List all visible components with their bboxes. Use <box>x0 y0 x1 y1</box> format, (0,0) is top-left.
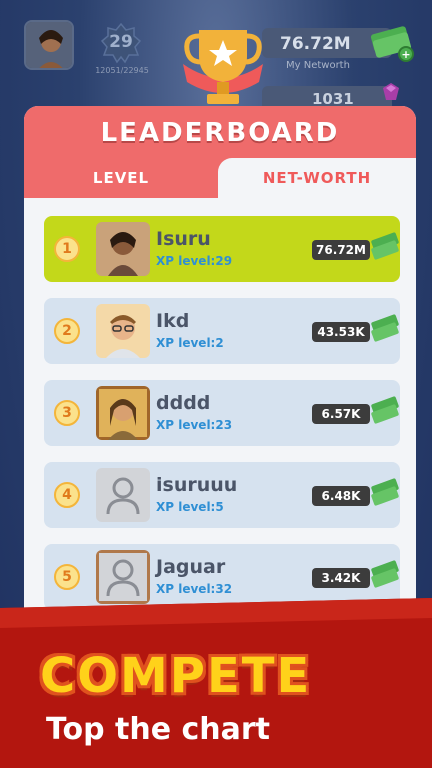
player-xp-level: XP level:23 <box>156 418 233 432</box>
networth-pill: 43.53K <box>312 322 370 342</box>
cash-stack-icon <box>371 478 399 506</box>
player-name: Ikd <box>156 310 190 332</box>
networth-pill: 6.57K <box>312 404 370 424</box>
default-avatar-icon <box>96 550 150 604</box>
networth-pill: 76.72M <box>312 240 370 260</box>
player-name: isuruuu <box>156 474 238 496</box>
player-avatar <box>96 386 150 440</box>
player-name: dddd <box>156 392 211 414</box>
networth-value: 76.72M <box>280 34 351 54</box>
default-avatar-icon <box>96 468 150 522</box>
cash-stack-icon <box>371 396 399 424</box>
cash-stack-icon <box>371 560 399 588</box>
xp-progress-text: 12051/22945 <box>95 66 149 75</box>
networth-pill: 3.42K <box>312 568 370 588</box>
leaderboard-row-3[interactable]: 3 dddd XP level:23 6.57K <box>44 380 400 446</box>
player-xp-level: XP level:2 <box>156 336 224 350</box>
gem-icon[interactable] <box>378 80 404 106</box>
leaderboard-row-4[interactable]: 4 isuruuu XP level:5 6.48K <box>44 462 400 528</box>
player-name: Isuru <box>156 228 211 250</box>
rank-badge: 5 <box>54 564 80 590</box>
tab-level[interactable]: LEVEL <box>24 158 218 198</box>
player-avatar <box>96 304 150 358</box>
leaderboard-row-2[interactable]: 2 Ikd XP level:2 43.53K <box>44 298 400 364</box>
cash-stack-icon[interactable]: + <box>368 20 416 64</box>
promo-tagline: Top the chart <box>46 712 271 747</box>
networth-pill: 6.48K <box>312 486 370 506</box>
leaderboard-panel: LEADERBOARD LEVEL NET-WORTH 1 Isuru XP l… <box>24 106 416 666</box>
promo-headline: COMPETE <box>40 648 312 704</box>
cash-stack-icon <box>371 314 399 342</box>
player-xp-level: XP level:5 <box>156 500 224 514</box>
player-avatar <box>96 222 150 276</box>
rank-badge: 2 <box>54 318 80 344</box>
level-number: 29 <box>109 32 133 52</box>
player-name: Jaguar <box>156 556 226 578</box>
cash-stack-icon <box>371 232 399 260</box>
rank-badge: 3 <box>54 400 80 426</box>
networth-label: My Networth <box>286 60 350 71</box>
leaderboard-row-1[interactable]: 1 Isuru XP level:29 76.72M <box>44 216 400 282</box>
rank-badge: 4 <box>54 482 80 508</box>
player-xp-level: XP level:32 <box>156 582 233 596</box>
trophy-icon <box>183 30 263 104</box>
tab-net-worth[interactable]: NET-WORTH <box>218 158 416 198</box>
svg-text:+: + <box>401 48 410 61</box>
leaderboard-title: LEADERBOARD <box>100 118 340 148</box>
player-avatar[interactable] <box>24 20 74 70</box>
player-xp-level: XP level:29 <box>156 254 233 268</box>
rank-badge: 1 <box>54 236 80 262</box>
